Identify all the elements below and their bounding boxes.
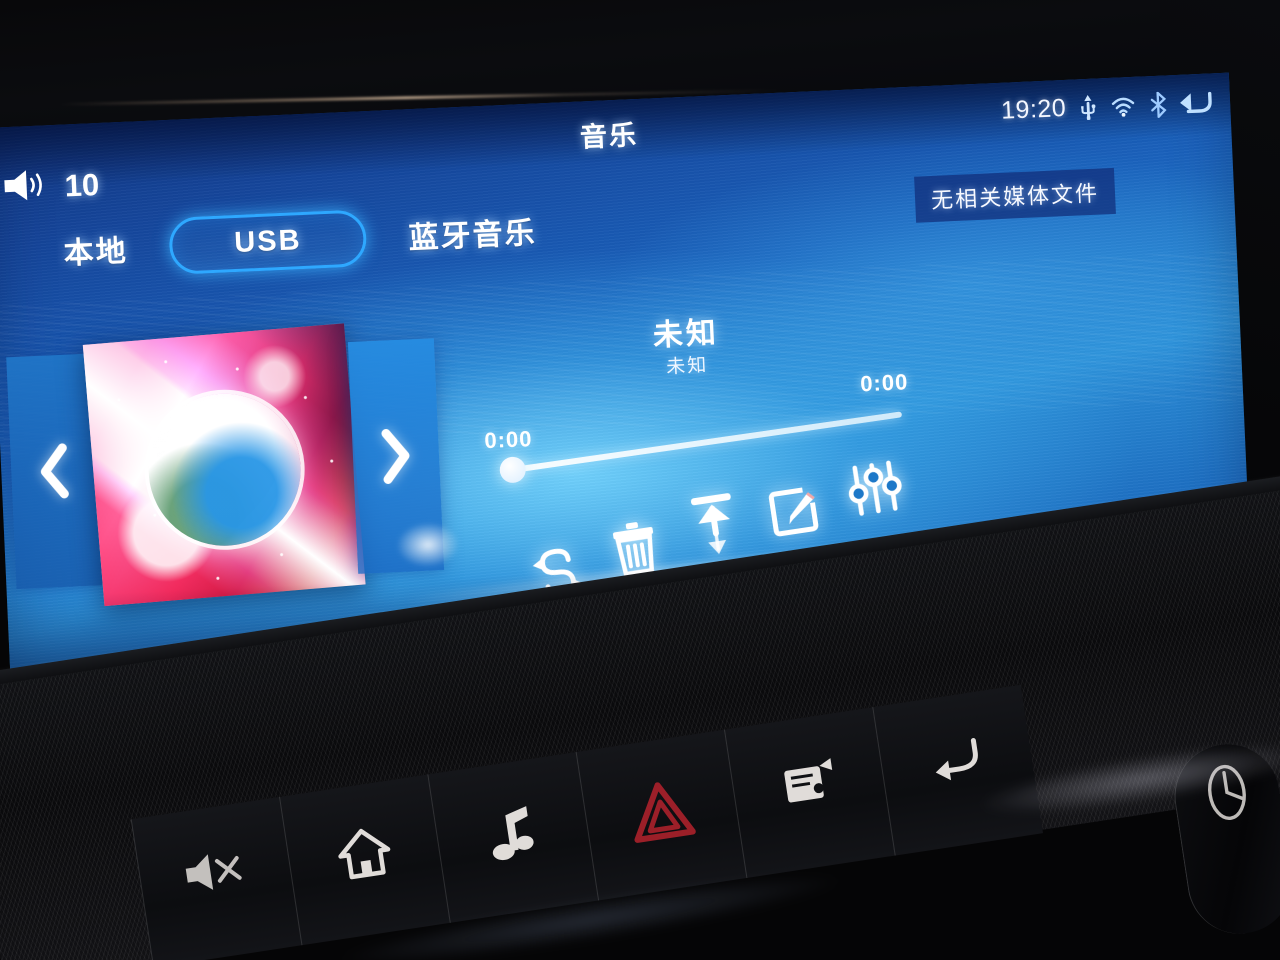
delete-button[interactable] — [595, 487, 671, 580]
equalizer-icon — [848, 460, 902, 516]
back-arrow-icon — [935, 738, 978, 781]
next-track-button[interactable] — [347, 338, 445, 574]
duration-time: 0:00 — [859, 369, 909, 397]
no-media-toast: 无相关媒体文件 — [914, 167, 1116, 223]
album-art-carousel — [0, 316, 448, 625]
tab-local[interactable]: 本地 — [63, 226, 129, 273]
home-icon — [337, 828, 390, 880]
chevron-left-icon — [40, 443, 69, 499]
up-down-arrow-icon — [690, 493, 731, 555]
speaker-icon — [2, 167, 50, 208]
edit-button[interactable] — [755, 449, 831, 542]
home-button[interactable] — [279, 774, 450, 946]
source-tab-bar: 本地 USB 蓝牙音乐 — [62, 189, 684, 285]
elapsed-time: 0:00 — [483, 426, 533, 454]
equalizer-button[interactable] — [835, 427, 911, 520]
mute-button[interactable] — [130, 796, 302, 960]
defrost-button[interactable] — [723, 707, 895, 879]
media-button[interactable] — [427, 752, 599, 923]
tab-bluetooth-music[interactable]: 蓝牙音乐 — [407, 208, 537, 258]
album-art[interactable] — [82, 323, 366, 607]
progress-thumb[interactable] — [499, 456, 527, 484]
photo-of-car-dashboard: 19:20 音乐 10 本地 USB 蓝牙音乐 无相关媒体文件 未知 未知 0:… — [0, 0, 1280, 960]
speaker-mute-icon — [185, 854, 242, 890]
chevron-right-icon — [381, 429, 410, 484]
album-art-stars — [82, 323, 366, 607]
tab-usb[interactable]: USB — [168, 208, 368, 275]
edit-pencil-icon — [768, 487, 819, 537]
hazard-button[interactable] — [575, 729, 747, 901]
hazard-triangle-icon — [633, 782, 696, 843]
music-note-icon — [492, 806, 534, 861]
trash-icon — [612, 522, 655, 577]
back-button[interactable] — [872, 684, 1044, 856]
volume-level: 10 — [63, 166, 100, 204]
rear-defrost-icon — [783, 758, 832, 803]
volume-indicator[interactable]: 10 — [2, 165, 100, 208]
eject-button[interactable] — [675, 467, 751, 560]
